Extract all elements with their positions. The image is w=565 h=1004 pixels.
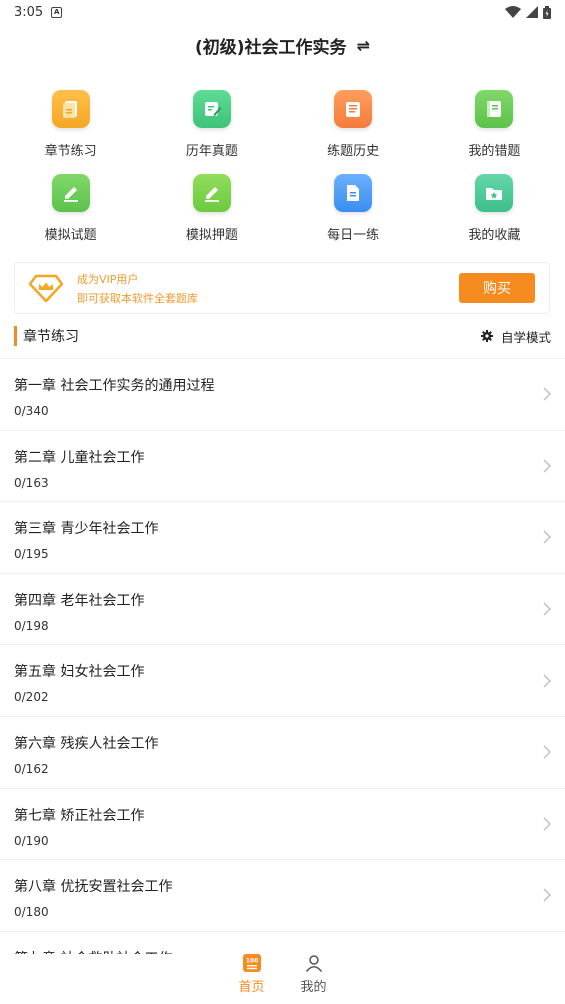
chevron-right-icon — [543, 817, 551, 831]
feature-grid: 章节练习 历年真题 练题历史 我的错题 模拟试题 模拟押题 每日一练 我的收藏 — [0, 90, 565, 258]
mock-pen-icon — [51, 174, 90, 212]
chevron-right-icon — [543, 530, 551, 544]
chapter-title: 第四章 老年社会工作 — [14, 592, 145, 609]
chapter-doc-icon — [51, 90, 90, 128]
nav-mine-label: 我的 — [300, 980, 327, 995]
chevron-right-icon — [543, 602, 551, 616]
chapter-title: 第一章 社会工作实务的通用过程 — [14, 378, 215, 394]
predict-pen-icon — [192, 174, 231, 212]
grid-item-mock-exam[interactable]: 模拟试题 — [0, 174, 141, 258]
chevron-right-icon — [543, 745, 551, 759]
chapter-row[interactable]: 第三章 青少年社会工作 0/195 — [0, 502, 565, 574]
chapter-progress: 0/162 — [14, 761, 49, 776]
status-time: 3:05 — [14, 4, 44, 20]
header: (初级)社会工作实务 ⇌ — [0, 30, 565, 60]
user-icon — [305, 955, 322, 972]
chapter-title: 第三章 青少年社会工作 — [14, 521, 159, 538]
grid-label: 练题历史 — [327, 144, 380, 159]
favorite-folder-icon — [475, 174, 514, 212]
chevron-right-icon — [543, 459, 551, 473]
chapter-row[interactable]: 第七章 矫正社会工作 0/190 — [0, 789, 565, 861]
notification-icon: A — [51, 6, 63, 18]
chapter-progress: 0/340 — [14, 404, 49, 418]
signal-icon — [526, 6, 538, 18]
status-bar: 3:05 A — [0, 0, 565, 24]
study-mode-toggle[interactable]: 自学模式 — [480, 327, 551, 346]
nav-mine[interactable]: 我的 — [294, 954, 334, 1004]
study-mode-label: 自学模式 — [500, 329, 551, 345]
vip-banner: 成为VIP用户 即可获取本软件全套题库 购买 — [14, 262, 550, 314]
vip-title: 成为VIP用户 — [77, 272, 139, 286]
grid-item-daily-practice[interactable]: 每日一练 — [283, 174, 424, 258]
chapter-title: 第二章 儿童社会工作 — [14, 449, 145, 466]
chapter-row[interactable]: 第五章 妇女社会工作 0/202 — [0, 645, 565, 717]
grid-label: 我的收藏 — [468, 228, 521, 243]
vip-crown-diamond-icon — [29, 274, 63, 303]
chapter-list: 第一章 社会工作实务的通用过程 0/340 第二章 儿童社会工作 0/163 第… — [0, 358, 565, 1004]
page-title: (初级)社会工作实务 — [195, 37, 347, 58]
grid-item-my-favorites[interactable]: 我的收藏 — [424, 174, 565, 258]
gear-icon — [480, 330, 493, 342]
history-book-icon — [334, 90, 373, 128]
battery-icon — [543, 5, 551, 19]
grid-label: 章节练习 — [44, 144, 97, 159]
grid-item-predicted-questions[interactable]: 模拟押题 — [141, 174, 282, 258]
chapter-title: 第八章 优抚安置社会工作 — [14, 879, 173, 896]
grid-item-wrong-questions[interactable]: 我的错题 — [424, 90, 565, 174]
section-header: 章节练习 自学模式 — [0, 322, 565, 350]
grid-label: 我的错题 — [468, 144, 521, 159]
section-title: 章节练习 — [23, 329, 79, 345]
chapter-row[interactable]: 第四章 老年社会工作 0/198 — [0, 574, 565, 646]
chapter-row[interactable]: 第六章 残疾人社会工作 0/162 — [0, 717, 565, 789]
chapter-title: 第六章 残疾人社会工作 — [14, 735, 159, 752]
grid-label: 模拟试题 — [44, 228, 97, 243]
nav-home[interactable]: 100 首页 — [232, 954, 272, 1004]
chapter-progress: 0/202 — [14, 690, 49, 705]
chapter-row[interactable]: 第一章 社会工作实务的通用过程 0/340 — [0, 359, 565, 431]
grid-label: 历年真题 — [185, 144, 238, 159]
grid-item-chapter-practice[interactable]: 章节练习 — [0, 90, 141, 174]
grid-label: 每日一练 — [327, 228, 380, 243]
chevron-right-icon — [543, 674, 551, 688]
daily-doc-icon — [334, 174, 373, 212]
buy-button[interactable]: 购买 — [459, 273, 535, 303]
chapter-title: 第五章 妇女社会工作 — [14, 664, 145, 681]
wifi-icon — [505, 6, 521, 18]
home-book-icon: 100 — [242, 954, 261, 972]
chevron-right-icon — [543, 888, 551, 902]
chapter-progress: 0/198 — [14, 618, 49, 633]
chapter-row[interactable]: 第二章 儿童社会工作 0/163 — [0, 431, 565, 503]
chapter-row[interactable]: 第八章 优抚安置社会工作 0/180 — [0, 860, 565, 932]
exam-pencil-icon — [192, 90, 231, 128]
chapter-progress: 0/180 — [14, 905, 49, 920]
swap-subject-icon[interactable]: ⇌ — [357, 36, 370, 55]
grid-item-past-exams[interactable]: 历年真题 — [141, 90, 282, 174]
chapter-progress: 0/195 — [14, 547, 49, 562]
bottom-nav: 100 首页 我的 — [0, 954, 565, 1004]
vip-desc: 即可获取本软件全套题库 — [77, 291, 198, 305]
chevron-right-icon — [543, 387, 551, 401]
chapter-progress: 0/163 — [14, 475, 49, 490]
chapter-title: 第七章 矫正社会工作 — [14, 807, 145, 824]
home-badge-text: 100 — [245, 958, 258, 965]
grid-label: 模拟押题 — [185, 228, 238, 243]
nav-home-label: 首页 — [238, 980, 265, 995]
wrong-notebook-icon — [475, 90, 514, 128]
grid-item-practice-history[interactable]: 练题历史 — [283, 90, 424, 174]
chapter-progress: 0/190 — [14, 833, 49, 848]
section-accent-bar — [14, 326, 17, 346]
